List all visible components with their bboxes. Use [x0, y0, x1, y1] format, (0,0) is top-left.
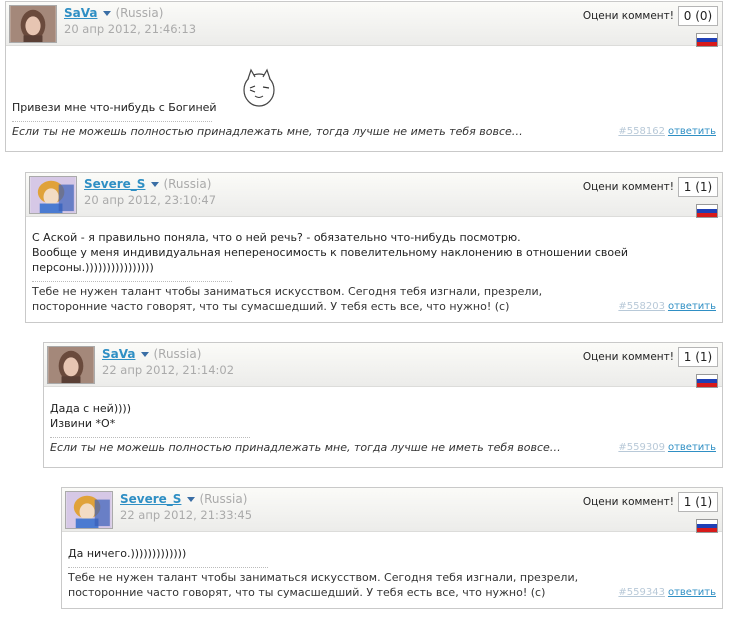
comment-timestamp: 22 апр 2012, 21:33:45 — [120, 508, 253, 522]
user-country: (Russia) — [199, 492, 248, 506]
chevron-down-icon[interactable] — [187, 497, 196, 502]
anime-avatar-icon — [66, 492, 112, 528]
reply-link[interactable]: ответить — [668, 301, 716, 312]
comment: SaVa (Russia) 22 апр 2012, 21:14:02 Оцени… — [43, 342, 723, 468]
comment-line: С Аской - я правильно поняла, что о ней … — [32, 231, 521, 244]
comment-header: Severe_S (Russia) 20 апр 2012, 23:10:47 О… — [26, 173, 722, 218]
chevron-down-icon[interactable] — [103, 11, 112, 16]
avatar[interactable] — [9, 5, 57, 43]
comment-permalink[interactable]: #558162 — [618, 126, 665, 137]
username-link[interactable]: SaVa — [102, 347, 135, 361]
rate-comment-label[interactable]: Оцени коммент! — [583, 496, 674, 508]
comment-line: Да ничего.))))))))))))) — [68, 547, 187, 560]
signature-divider — [50, 437, 250, 438]
comment: SaVa (Russia) 20 апр 2012, 21:46:13 Оцени… — [5, 1, 723, 152]
russia-flag-icon — [696, 519, 718, 533]
comment-line: Извини *О* — [50, 417, 116, 430]
rating-value: 1 (1) — [678, 177, 718, 197]
reply-link[interactable]: ответить — [668, 442, 716, 453]
comment: Severe_S (Russia) 22 апр 2012, 21:33:45 О… — [61, 487, 723, 609]
russia-flag-icon — [696, 374, 718, 388]
username-link[interactable]: Severe_S — [84, 177, 145, 191]
comment-text: С Аской - я правильно поняла, что о ней … — [32, 230, 716, 275]
comment-permalink[interactable]: #558203 — [618, 301, 665, 312]
russia-flag-icon — [696, 204, 718, 218]
username-link[interactable]: Severe_S — [120, 492, 181, 506]
comment-header: Severe_S (Russia) 22 апр 2012, 21:33:45 О… — [62, 488, 722, 533]
rating-value: 1 (1) — [678, 492, 718, 512]
girl-photo-avatar-icon — [48, 347, 94, 383]
comment-text: Дада с ней)))) Извини *О* — [50, 401, 716, 431]
comment-timestamp: 22 апр 2012, 21:14:02 — [102, 363, 235, 377]
anime-avatar-icon — [30, 177, 76, 213]
comment-text: Привези мне что-нибудь с Богиней — [12, 100, 716, 115]
user-country: (Russia) — [163, 177, 212, 191]
comment-permalink[interactable]: #559309 — [618, 442, 665, 453]
signature-divider — [32, 281, 232, 282]
rating-value: 0 (0) — [678, 6, 718, 26]
signature-divider — [12, 121, 212, 122]
user-signature: Тебе не нужен талант чтобы заниматься ис… — [68, 571, 579, 599]
rate-comment-label[interactable]: Оцени коммент! — [583, 181, 674, 193]
comment-timestamp: 20 апр 2012, 23:10:47 — [84, 193, 217, 207]
user-signature: Если ты не можешь полностью принадлежать… — [50, 441, 561, 454]
comment-permalink[interactable]: #559343 — [618, 587, 665, 598]
comment-line: Привези мне что-нибудь с Богиней — [12, 101, 217, 114]
comment-line: Дада с ней)))) — [50, 402, 131, 415]
user-signature: Тебе не нужен талант чтобы заниматься ис… — [32, 285, 543, 313]
comment-header: SaVa (Russia) 22 апр 2012, 21:14:02 Оцени… — [44, 343, 722, 388]
chevron-down-icon[interactable] — [141, 352, 150, 357]
user-country: (Russia) — [153, 347, 202, 361]
chevron-down-icon[interactable] — [151, 182, 160, 187]
reply-link[interactable]: ответить — [668, 126, 716, 137]
rate-comment-label[interactable]: Оцени коммент! — [583, 351, 674, 363]
rating-value: 1 (1) — [678, 347, 718, 367]
girl-photo-avatar-icon — [10, 6, 56, 42]
avatar[interactable] — [65, 491, 113, 529]
signature-divider — [68, 567, 268, 568]
comment: Severe_S (Russia) 20 апр 2012, 23:10:47 О… — [25, 172, 723, 323]
username-link[interactable]: SaVa — [64, 6, 97, 20]
smiley-icon — [243, 68, 275, 107]
avatar[interactable] — [47, 346, 95, 384]
russia-flag-icon — [696, 33, 718, 47]
comment-header: SaVa (Russia) 20 апр 2012, 21:46:13 Оцени… — [6, 2, 722, 47]
comment-line: Вообще у меня индивидуальная непереносим… — [32, 246, 629, 274]
comment-timestamp: 20 апр 2012, 21:46:13 — [64, 22, 197, 36]
rate-comment-label[interactable]: Оцени коммент! — [583, 10, 674, 22]
reply-link[interactable]: ответить — [668, 587, 716, 598]
user-country: (Russia) — [115, 6, 164, 20]
comment-text: Да ничего.))))))))))))) — [68, 546, 716, 561]
avatar[interactable] — [29, 176, 77, 214]
user-signature: Если ты не можешь полностью принадлежать… — [12, 125, 523, 138]
